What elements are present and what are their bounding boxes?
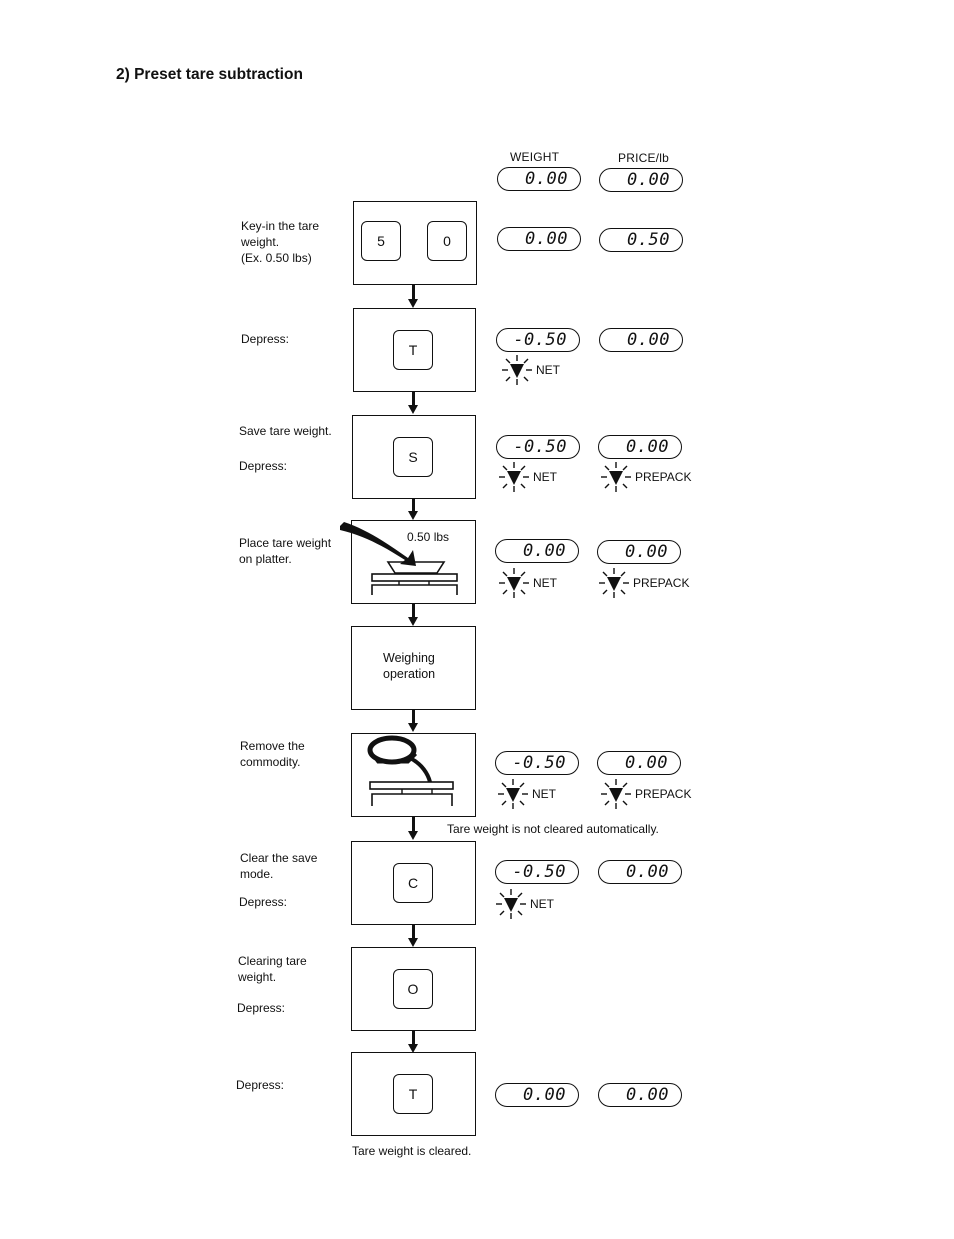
step-label-clear-save: Clear the save mode. xyxy=(240,851,318,881)
net-indicator: NET xyxy=(500,353,560,387)
prepack-label: PREPACK xyxy=(635,470,692,484)
cleared-note: Tare weight is cleared. xyxy=(352,1144,472,1158)
key-o-button[interactable]: O xyxy=(393,969,433,1009)
net-indicator: NET xyxy=(497,566,557,600)
prepack-indicator: PREPACK xyxy=(599,777,691,811)
flow-connector xyxy=(412,817,415,832)
price-display: 0.00 xyxy=(597,751,681,775)
step-label-depress-t: Depress: xyxy=(241,332,290,346)
net-label: NET xyxy=(533,576,557,590)
blinking-triangle-icon xyxy=(599,568,629,598)
step-label-place-tare: Place tare weight on platter. xyxy=(239,536,332,566)
flow-connector xyxy=(412,1031,415,1045)
flow-arrow-icon xyxy=(408,723,418,732)
flow-connector xyxy=(412,285,415,300)
blinking-triangle-icon xyxy=(498,779,528,809)
blinking-triangle-icon xyxy=(496,889,526,919)
flow-arrow-icon xyxy=(408,511,418,520)
flow-arrow-icon xyxy=(408,938,418,947)
step-box-clear: C xyxy=(351,841,476,925)
prepack-indicator: PREPACK xyxy=(597,566,689,600)
step-box-weighing: Weighing operation xyxy=(351,626,476,710)
key-s-button[interactable]: S xyxy=(393,437,433,477)
step-label-key-in: Key-in the tare weight. (Ex. 0.50 lbs) xyxy=(241,219,320,265)
weighing-operation-text: Weighing operation xyxy=(383,651,436,681)
weight-display: -0.50 xyxy=(496,435,580,459)
step-label-save: Save tare weight. xyxy=(239,424,332,438)
price-display: 0.00 xyxy=(597,540,681,564)
blinking-triangle-icon xyxy=(601,779,631,809)
net-label: NET xyxy=(532,787,556,801)
weight-column-header: WEIGHT xyxy=(510,150,560,164)
flow-connector xyxy=(412,925,415,939)
step-box-tare-final: T xyxy=(351,1052,476,1136)
prepack-label: PREPACK xyxy=(635,787,692,801)
key-0-button[interactable]: 0 xyxy=(427,221,467,261)
flow-arrow-icon xyxy=(408,617,418,626)
price-display: 0.00 xyxy=(599,328,683,352)
section-title: 2) Preset tare subtraction xyxy=(116,66,303,83)
step-box-tare: T xyxy=(353,308,476,392)
blinking-triangle-icon xyxy=(601,462,631,492)
step-box-save: S xyxy=(352,415,476,499)
step-label-depress-o: Depress: xyxy=(237,1001,286,1015)
flow-arrow-icon xyxy=(408,405,418,414)
step-box-clearing: O xyxy=(351,947,476,1031)
price-display: 0.00 xyxy=(598,860,682,884)
net-label: NET xyxy=(536,363,560,377)
flow-connector xyxy=(412,392,415,406)
key-t-button[interactable]: T xyxy=(393,1074,433,1114)
blinking-triangle-icon xyxy=(499,568,529,598)
step-label-clearing-tare: Clearing tare weight. xyxy=(238,954,307,984)
weight-display: -0.50 xyxy=(495,751,579,775)
weight-display: -0.50 xyxy=(495,860,579,884)
weight-display: 0.00 xyxy=(495,1083,579,1107)
price-column-header: PRICE/lb xyxy=(618,151,669,165)
weight-display: 0.00 xyxy=(497,227,581,251)
not-cleared-note: Tare weight is not cleared automatically… xyxy=(447,822,659,836)
flow-connector xyxy=(412,710,415,724)
weight-display: 0.00 xyxy=(497,167,581,191)
price-display: 0.00 xyxy=(598,435,682,459)
net-label: NET xyxy=(533,470,557,484)
price-display: 0.00 xyxy=(598,1083,682,1107)
key-5-button[interactable]: 5 xyxy=(361,221,401,261)
flow-connector xyxy=(412,604,415,618)
prepack-label: PREPACK xyxy=(633,576,690,590)
flow-arrow-icon xyxy=(408,831,418,840)
weight-display: 0.00 xyxy=(495,539,579,563)
placing-arrow-icon xyxy=(340,522,416,566)
step-label-depress-c: Depress: xyxy=(239,895,288,909)
weight-display: -0.50 xyxy=(496,328,580,352)
commodity-removed-illustration xyxy=(367,735,454,806)
blinking-triangle-icon xyxy=(502,355,532,385)
net-label: NET xyxy=(530,897,554,911)
step-label-depress-s: Depress: xyxy=(239,459,288,473)
prepack-indicator: PREPACK xyxy=(599,460,691,494)
step-box-key-in: 5 0 xyxy=(353,201,477,285)
net-indicator: NET xyxy=(494,887,554,921)
price-display: 0.50 xyxy=(599,228,683,252)
key-c-button[interactable]: C xyxy=(393,863,433,903)
flow-arrow-icon xyxy=(408,299,418,308)
step-label-remove: Remove the commodity. xyxy=(240,739,305,769)
key-t-button[interactable]: T xyxy=(393,330,433,370)
net-indicator: NET xyxy=(497,460,557,494)
step-label-depress-t-final: Depress: xyxy=(236,1078,285,1092)
price-display: 0.00 xyxy=(599,168,683,192)
net-indicator: NET xyxy=(496,777,556,811)
step-box-remove xyxy=(351,733,476,817)
blinking-triangle-icon xyxy=(499,462,529,492)
